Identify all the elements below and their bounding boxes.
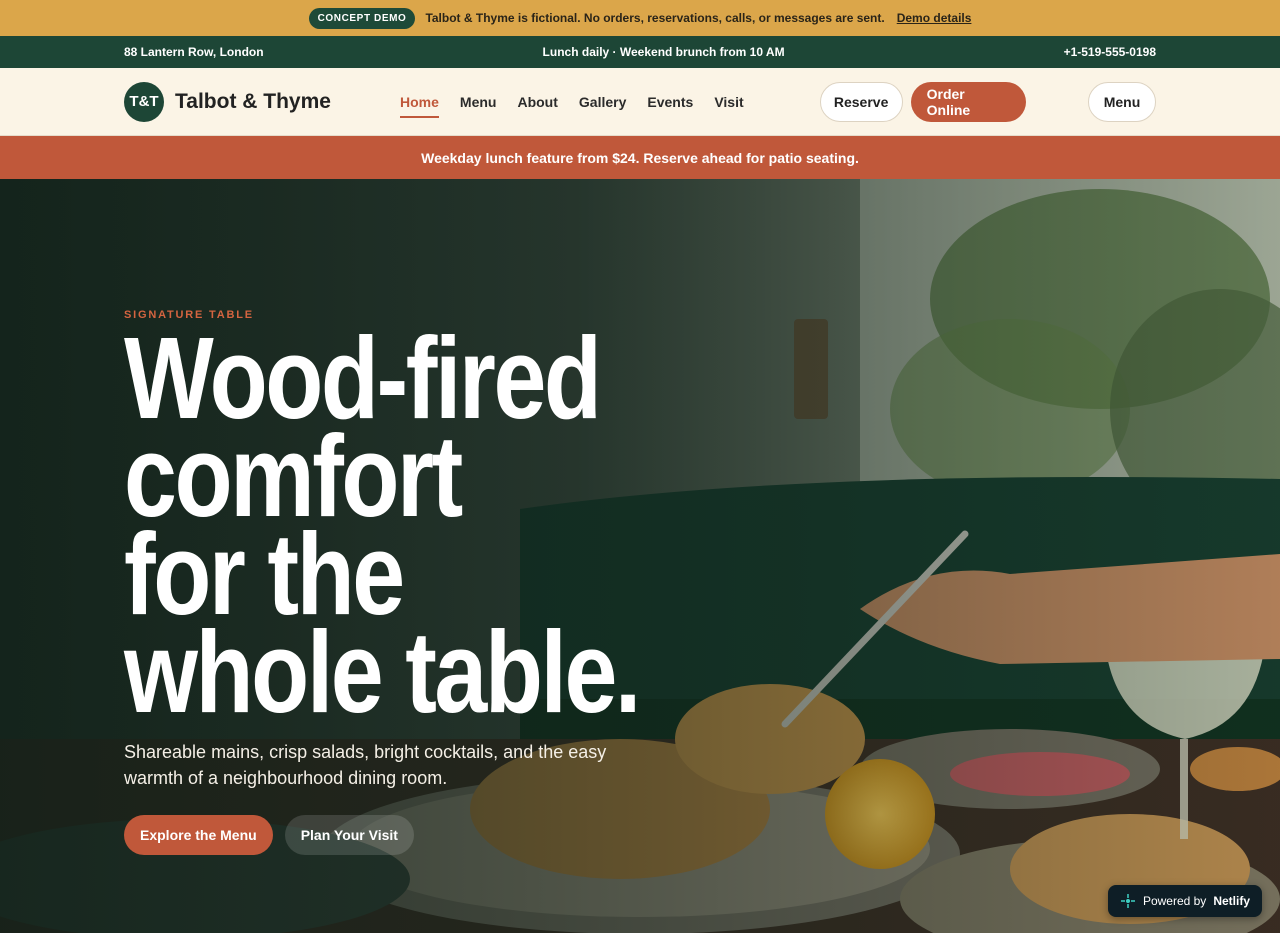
brand-home-link[interactable]: T&T Talbot & Thyme: [124, 81, 400, 122]
phone-link[interactable]: +1-519-555-0198: [1064, 45, 1156, 59]
promo-text: Weekday lunch feature from $24. Reserve …: [421, 149, 859, 166]
hero-section: SIGNATURE TABLE Wood-fired comfort for t…: [0, 179, 1280, 933]
nav-item-events[interactable]: Events: [647, 88, 693, 116]
netlify-prefix: Powered by: [1142, 894, 1207, 908]
demo-notice-text: Talbot & Thyme is fictional. No orders, …: [425, 11, 885, 25]
brand-name: Talbot & Thyme: [175, 89, 331, 113]
info-strip: 88 Lantern Row, London Lunch daily · Wee…: [0, 36, 1280, 68]
nav-item-gallery[interactable]: Gallery: [579, 88, 626, 116]
order-online-button[interactable]: Order Online: [910, 81, 1026, 122]
reserve-button[interactable]: Reserve: [819, 81, 903, 122]
hero-buttons: Explore the Menu Plan Your Visit: [124, 815, 824, 855]
concept-demo-badge: CONCEPT DEMO: [308, 7, 416, 29]
explore-menu-button[interactable]: Explore the Menu: [124, 815, 273, 855]
site-header: T&T Talbot & Thyme Home Menu About Galle…: [0, 68, 1280, 136]
hero-subtext: Shareable mains, crisp salads, bright co…: [124, 742, 607, 788]
header-actions: Reserve Order Online: [819, 81, 1026, 122]
demo-details-link[interactable]: Demo details: [897, 11, 972, 25]
address-text: 88 Lantern Row, London: [124, 45, 264, 59]
nav-item-menu[interactable]: Menu: [460, 88, 497, 116]
demo-notice-bar: CONCEPT DEMO Talbot & Thyme is fictional…: [0, 0, 1280, 36]
nav-item-visit[interactable]: Visit: [714, 88, 743, 116]
hours-text: Lunch daily · Weekend brunch from 10 AM: [542, 45, 785, 59]
plan-visit-button[interactable]: Plan Your Visit: [284, 815, 414, 855]
netlify-brand: Netlify: [1213, 894, 1250, 908]
netlify-icon: [1120, 894, 1135, 908]
hero-headline: Wood-fired comfort for the whole table.: [124, 320, 698, 737]
logo-badge: T&T: [124, 81, 164, 122]
menu-toggle-button[interactable]: Menu: [1088, 81, 1156, 122]
headline-line-4: whole table.: [124, 607, 641, 737]
nav-item-home[interactable]: Home: [400, 88, 439, 118]
promo-strip: Weekday lunch feature from $24. Reserve …: [0, 136, 1280, 179]
hero-content: SIGNATURE TABLE Wood-fired comfort for t…: [124, 309, 824, 855]
netlify-badge[interactable]: Powered by Netlify: [1107, 885, 1262, 917]
main-nav: Home Menu About Gallery Events Visit: [400, 88, 744, 118]
nav-item-about[interactable]: About: [517, 88, 557, 116]
